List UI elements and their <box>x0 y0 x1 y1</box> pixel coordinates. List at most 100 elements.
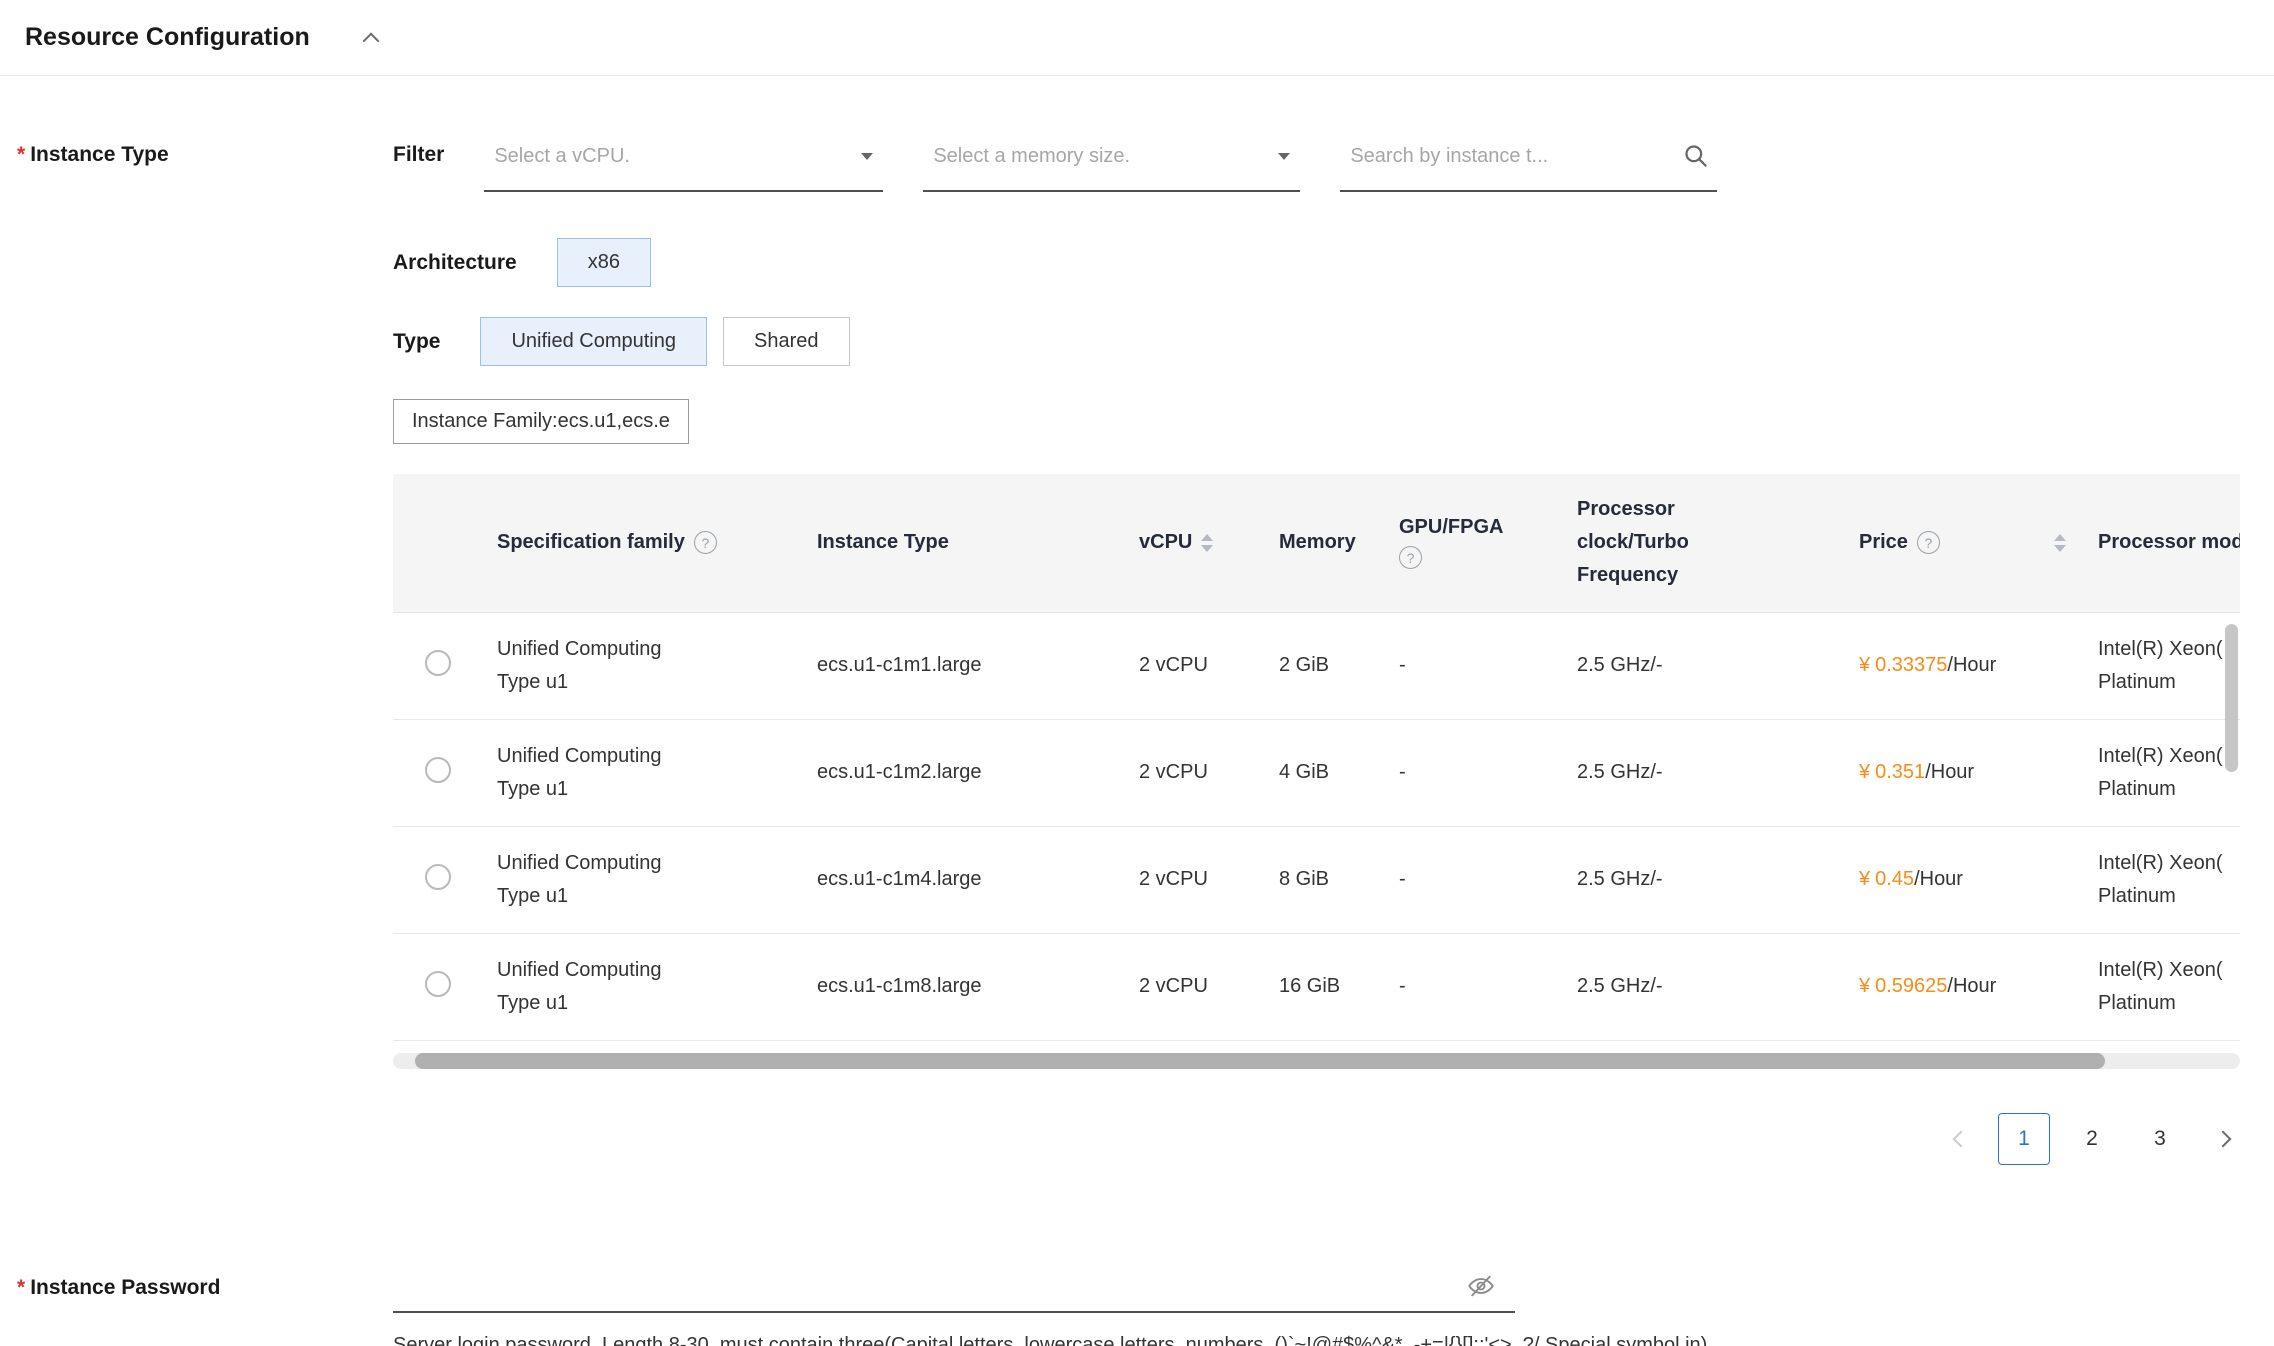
help-icon[interactable] <box>694 531 717 554</box>
instance-table: Specification family Instance Type vCPU <box>393 474 2240 1041</box>
table-row[interactable]: Unified Computing Type u1 ecs.u1-c1m4.la… <box>393 826 2240 933</box>
instance-search-input[interactable] <box>1350 142 1682 170</box>
pagination-pages: 1 2 3 <box>1998 1113 2186 1165</box>
spec-family-cell: Unified Computing Type u1 <box>497 633 707 699</box>
memory-cell: 2 GiB <box>1265 612 1385 719</box>
page-number-button[interactable]: 2 <box>2066 1113 2118 1165</box>
column-instance-type: Instance Type <box>803 474 1125 612</box>
column-gpu-fpga: GPU/FPGA <box>1385 474 1563 612</box>
processor-model-cell: Intel(R) Xeon( Platinum <box>2084 826 2240 933</box>
processor-model-cell: Intel(R) Xeon( Platinum <box>2084 933 2240 1040</box>
instance-table-wrap: Specification family Instance Type vCPU <box>393 474 2240 1069</box>
instance-type-cell: ecs.u1-c1m2.large <box>803 719 1125 826</box>
gpu-fpga-cell: - <box>1385 612 1563 719</box>
vcpu-cell: 2 vCPU <box>1125 826 1265 933</box>
sort-icon-vcpu[interactable] <box>1201 534 1213 552</box>
architecture-label: Architecture <box>393 248 517 278</box>
vcpu-cell: 2 vCPU <box>1125 719 1265 826</box>
memory-cell: 8 GiB <box>1265 826 1385 933</box>
price-cell: ¥0.33375/Hour <box>1845 612 2084 719</box>
table-row[interactable]: Unified Computing Type u1 ecs.u1-c1m2.la… <box>393 719 2240 826</box>
type-label: Type <box>393 327 440 357</box>
instance-type-cell: ecs.u1-c1m4.large <box>803 826 1125 933</box>
required-asterisk: * <box>17 1276 25 1299</box>
memory-cell: 16 GiB <box>1265 933 1385 1040</box>
instance-radio[interactable] <box>425 650 451 676</box>
column-specification-family: Specification family <box>483 474 803 612</box>
gpu-fpga-cell: - <box>1385 826 1563 933</box>
chevron-down-icon <box>861 153 873 160</box>
password-hint: Server login password, Length 8-30, must… <box>393 1331 1707 1346</box>
spec-family-cell: Unified Computing Type u1 <box>497 847 707 913</box>
filter-row: Filter Select a vCPU. Select a memory si… <box>393 140 2240 192</box>
collapse-chevron-icon[interactable] <box>362 32 379 49</box>
instance-radio[interactable] <box>425 864 451 890</box>
architecture-row: Architecture x86 <box>393 238 2240 287</box>
gpu-fpga-cell: - <box>1385 933 1563 1040</box>
horizontal-scrollbar-thumb[interactable] <box>415 1053 2105 1069</box>
instance-type-section: *Instance Type Filter Select a vCPU. Sel… <box>0 140 2274 1165</box>
vcpu-cell: 2 vCPU <box>1125 612 1265 719</box>
table-header-row: Specification family Instance Type vCPU <box>393 474 2240 612</box>
processor-clock-cell: 2.5 GHz/- <box>1563 826 1845 933</box>
instance-family-tag[interactable]: Instance Family:ecs.u1,ecs.e <box>393 399 689 444</box>
table-row[interactable]: Unified Computing Type u1 ecs.u1-c1m8.la… <box>393 933 2240 1040</box>
instance-password-label: *Instance Password <box>0 1265 393 1303</box>
section-header: Resource Configuration <box>0 0 2274 76</box>
processor-clock-cell: 2.5 GHz/- <box>1563 719 1845 826</box>
pagination: 1 2 3 <box>393 1113 2240 1165</box>
eye-slash-icon[interactable] <box>1467 1272 1495 1300</box>
instance-type-cell: ecs.u1-c1m8.large <box>803 933 1125 1040</box>
page-title: Resource Configuration <box>25 23 310 52</box>
column-processor-model: Processor mode <box>2084 474 2240 612</box>
instance-search-box <box>1340 140 1717 192</box>
instance-type-content: Filter Select a vCPU. Select a memory si… <box>393 140 2240 1165</box>
price-cell: ¥0.45/Hour <box>1845 826 2084 933</box>
column-vcpu: vCPU <box>1125 474 1265 612</box>
processor-clock-cell: 2.5 GHz/- <box>1563 612 1845 719</box>
pagination-prev-button[interactable] <box>1944 1122 1978 1156</box>
processor-model-cell: Intel(R) Xeon( Platinum <box>2084 719 2240 826</box>
column-radio <box>393 474 483 612</box>
column-processor-clock: Processor clock/Turbo Frequency <box>1563 474 1845 612</box>
table-row[interactable]: Unified Computing Type u1 ecs.u1-c1m1.la… <box>393 612 2240 719</box>
help-icon[interactable] <box>1399 546 1422 569</box>
instance-radio[interactable] <box>425 757 451 783</box>
sort-icon-price[interactable] <box>2054 534 2066 552</box>
type-row: Type Unified Computing Shared <box>393 317 2240 366</box>
price-cell: ¥0.351/Hour <box>1845 719 2084 826</box>
memory-cell: 4 GiB <box>1265 719 1385 826</box>
vcpu-select[interactable]: Select a vCPU. <box>484 140 883 192</box>
instance-password-section: *Instance Password Server login password… <box>0 1265 2274 1346</box>
processor-clock-cell: 2.5 GHz/- <box>1563 933 1845 1040</box>
processor-model-cell: Intel(R) Xeon( Platinum <box>2084 612 2240 719</box>
password-input[interactable] <box>403 1274 1467 1297</box>
required-asterisk: * <box>17 143 25 166</box>
pagination-next-button[interactable] <box>2206 1122 2240 1156</box>
column-price: Price <box>1845 474 2084 612</box>
page-number-button[interactable]: 1 <box>1998 1113 2050 1165</box>
page-number-button[interactable]: 3 <box>2134 1113 2186 1165</box>
instance-type-label: *Instance Type <box>0 140 393 170</box>
help-icon[interactable] <box>1917 531 1940 554</box>
memory-select[interactable]: Select a memory size. <box>923 140 1300 192</box>
chevron-down-icon <box>1278 153 1290 160</box>
horizontal-scrollbar <box>393 1053 2240 1069</box>
spec-family-cell: Unified Computing Type u1 <box>497 740 707 806</box>
type-option-unified-computing[interactable]: Unified Computing <box>480 317 707 366</box>
price-cell: ¥0.59625/Hour <box>1845 933 2084 1040</box>
password-field <box>393 1265 1515 1313</box>
search-icon[interactable] <box>1682 142 1709 169</box>
instance-type-cell: ecs.u1-c1m1.large <box>803 612 1125 719</box>
gpu-fpga-cell: - <box>1385 719 1563 826</box>
instance-table-body: Unified Computing Type u1 ecs.u1-c1m1.la… <box>393 612 2240 1040</box>
filter-label: Filter <box>393 140 444 170</box>
spec-family-cell: Unified Computing Type u1 <box>497 954 707 1020</box>
column-memory: Memory <box>1265 474 1385 612</box>
vertical-scrollbar-thumb[interactable] <box>2225 624 2238 772</box>
vcpu-cell: 2 vCPU <box>1125 933 1265 1040</box>
vcpu-select-placeholder: Select a vCPU. <box>494 142 630 170</box>
instance-radio[interactable] <box>425 971 451 997</box>
architecture-option-x86[interactable]: x86 <box>557 238 651 287</box>
type-option-shared[interactable]: Shared <box>723 317 850 366</box>
